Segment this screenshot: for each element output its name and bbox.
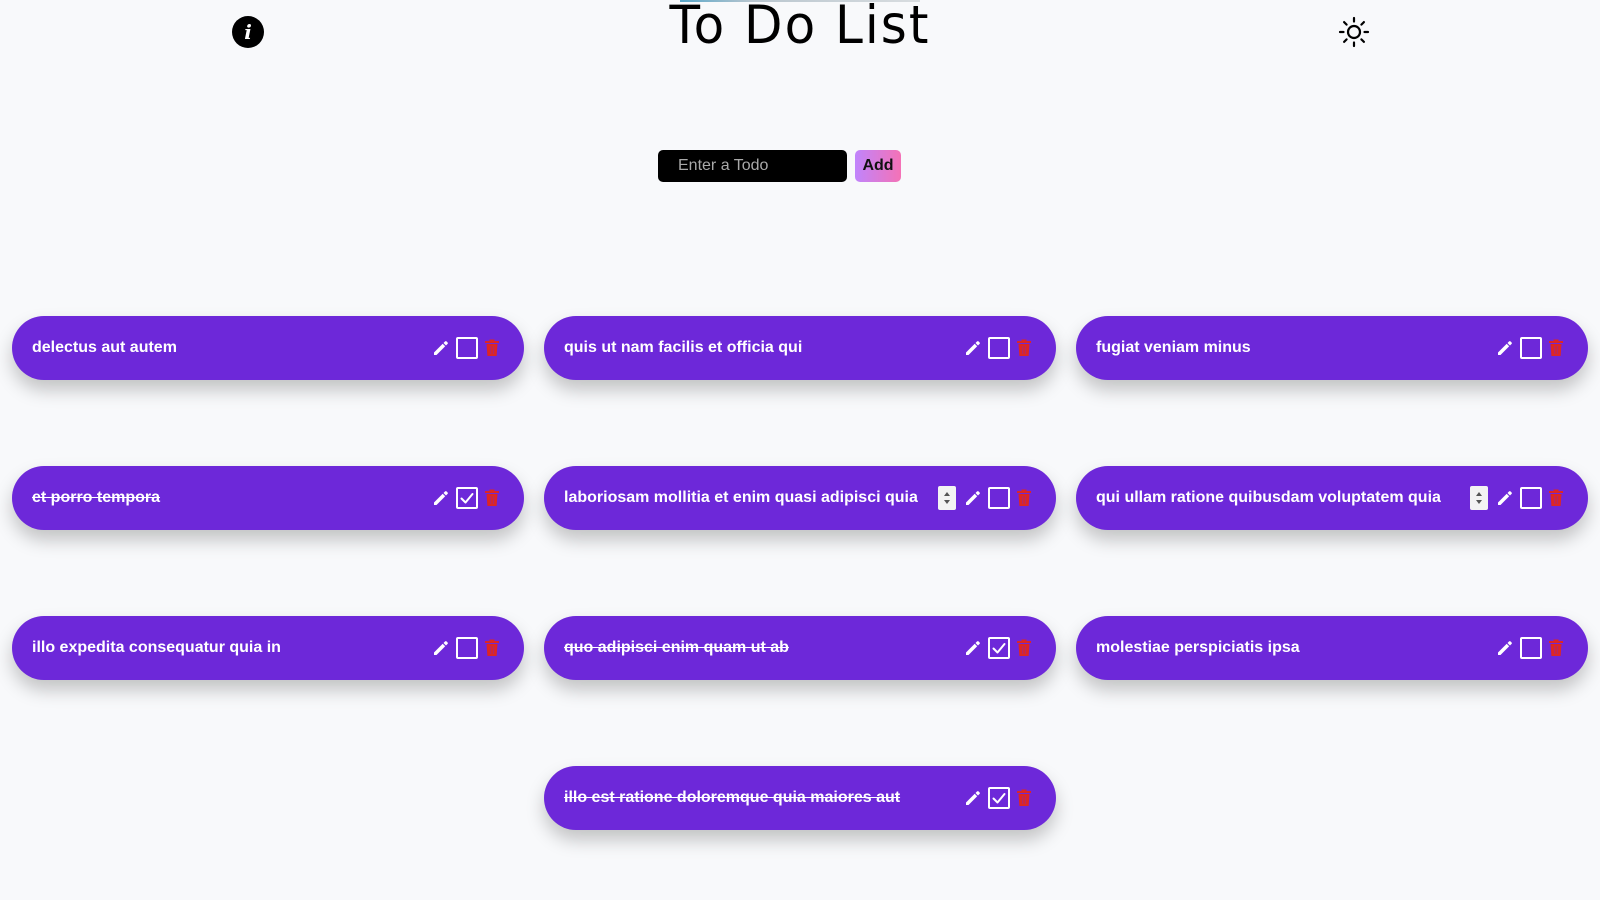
todo-text: quis ut nam facilis et officia qui bbox=[564, 339, 803, 356]
todo-actions bbox=[964, 637, 1032, 659]
complete-checkbox[interactable] bbox=[988, 637, 1010, 659]
sun-icon bbox=[1338, 16, 1370, 48]
pencil-icon[interactable] bbox=[432, 489, 450, 507]
todo-actions bbox=[432, 487, 500, 509]
pencil-icon[interactable] bbox=[432, 639, 450, 657]
todo-item: qui ullam ratione quibusdam voluptatem q… bbox=[1076, 466, 1588, 530]
trash-icon[interactable] bbox=[484, 639, 500, 657]
todo-item: quo adipisci enim quam ut ab bbox=[544, 616, 1056, 680]
todo-list: delectus aut autem quis ut nam facilis et… bbox=[12, 316, 1588, 830]
todo-text: qui ullam ratione quibusdam voluptatem q… bbox=[1096, 489, 1441, 506]
todo-input[interactable] bbox=[658, 150, 847, 182]
complete-checkbox[interactable] bbox=[988, 487, 1010, 509]
complete-checkbox[interactable] bbox=[988, 337, 1010, 359]
todo-actions bbox=[1496, 637, 1564, 659]
pencil-icon[interactable] bbox=[964, 789, 982, 807]
pencil-icon[interactable] bbox=[1496, 639, 1514, 657]
reorder-stepper[interactable] bbox=[1470, 486, 1488, 510]
todo-actions bbox=[432, 337, 500, 359]
add-todo-form: Add bbox=[658, 150, 901, 182]
pencil-icon[interactable] bbox=[432, 339, 450, 357]
todo-text: illo expedita consequatur quia in bbox=[32, 639, 281, 656]
reorder-stepper[interactable] bbox=[938, 486, 956, 510]
trash-icon[interactable] bbox=[1016, 639, 1032, 657]
todo-item: delectus aut autem bbox=[12, 316, 524, 380]
trash-icon[interactable] bbox=[1016, 489, 1032, 507]
todo-actions bbox=[964, 337, 1032, 359]
todo-actions bbox=[432, 637, 500, 659]
trash-icon[interactable] bbox=[484, 339, 500, 357]
complete-checkbox[interactable] bbox=[1520, 637, 1542, 659]
trash-icon[interactable] bbox=[484, 489, 500, 507]
trash-icon[interactable] bbox=[1548, 339, 1564, 357]
todo-item: quis ut nam facilis et officia qui bbox=[544, 316, 1056, 380]
todo-text: et porro tempora bbox=[32, 489, 161, 506]
trash-icon[interactable] bbox=[1016, 339, 1032, 357]
complete-checkbox[interactable] bbox=[1520, 487, 1542, 509]
trash-icon[interactable] bbox=[1016, 789, 1032, 807]
todo-actions bbox=[1496, 337, 1564, 359]
theme-toggle-button[interactable] bbox=[1336, 14, 1372, 50]
pencil-icon[interactable] bbox=[1496, 339, 1514, 357]
trash-icon[interactable] bbox=[1548, 489, 1564, 507]
add-button[interactable]: Add bbox=[855, 150, 901, 182]
todo-text: fugiat veniam minus bbox=[1096, 339, 1251, 356]
pencil-icon[interactable] bbox=[964, 639, 982, 657]
todo-item: illo est ratione doloremque quia maiores… bbox=[544, 766, 1056, 830]
complete-checkbox[interactable] bbox=[456, 487, 478, 509]
trash-icon[interactable] bbox=[1548, 639, 1564, 657]
todo-item: molestiae perspiciatis ipsa bbox=[1076, 616, 1588, 680]
pencil-icon[interactable] bbox=[1496, 489, 1514, 507]
todo-text: illo est ratione doloremque quia maiores… bbox=[564, 789, 901, 806]
todo-actions bbox=[938, 486, 1032, 510]
complete-checkbox[interactable] bbox=[988, 787, 1010, 809]
pencil-icon[interactable] bbox=[964, 339, 982, 357]
header: i To Do List bbox=[0, 0, 1600, 70]
todo-item: fugiat veniam minus bbox=[1076, 316, 1588, 380]
todo-item: et porro tempora bbox=[12, 466, 524, 530]
complete-checkbox[interactable] bbox=[456, 637, 478, 659]
todo-text: delectus aut autem bbox=[32, 339, 177, 356]
complete-checkbox[interactable] bbox=[456, 337, 478, 359]
todo-actions bbox=[1470, 486, 1564, 510]
todo-item: laboriosam mollitia et enim quasi adipis… bbox=[544, 466, 1056, 530]
pencil-icon[interactable] bbox=[964, 489, 982, 507]
todo-item: illo expedita consequatur quia in bbox=[12, 616, 524, 680]
todo-actions bbox=[964, 787, 1032, 809]
todo-text: molestiae perspiciatis ipsa bbox=[1096, 639, 1300, 656]
todo-text: laboriosam mollitia et enim quasi adipis… bbox=[564, 489, 918, 506]
todo-text: quo adipisci enim quam ut ab bbox=[564, 639, 789, 656]
complete-checkbox[interactable] bbox=[1520, 337, 1542, 359]
